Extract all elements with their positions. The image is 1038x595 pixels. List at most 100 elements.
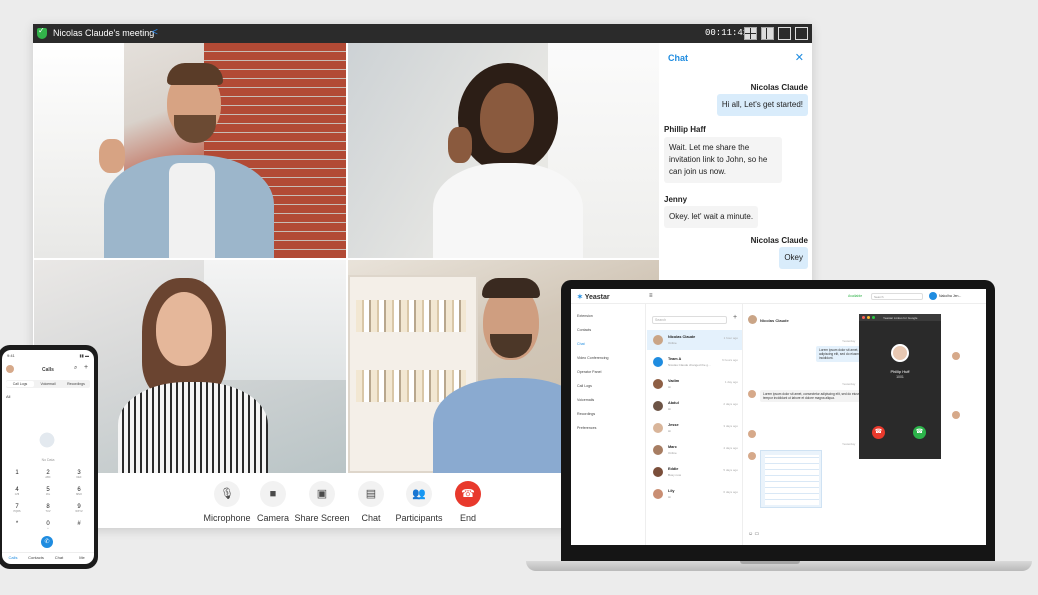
avatar — [653, 445, 663, 455]
nav-chat[interactable]: Chat — [50, 555, 68, 560]
search-input[interactable]: Search — [871, 293, 923, 300]
laptop-notch — [740, 561, 800, 564]
list-item[interactable]: Marc Online 4 days ago — [647, 440, 742, 460]
chat-message: Okey. let' wait a minute. — [664, 206, 759, 228]
avatar — [653, 335, 663, 345]
avatar — [952, 352, 960, 360]
chat-sender-name: Phillip Haff — [664, 125, 706, 134]
keypad-key[interactable]: 1 — [7, 470, 27, 476]
avatar[interactable] — [929, 292, 937, 300]
keypad-key[interactable]: * — [7, 521, 27, 527]
share-screen-icon: ▣ — [316, 488, 328, 500]
menu-icon[interactable]: ≡ — [649, 293, 653, 299]
end-call-button[interactable]: ☎ End — [438, 479, 498, 525]
keypad-key[interactable]: 8 TUV — [38, 504, 58, 513]
sidebar-item-extension[interactable]: Extension — [577, 314, 593, 318]
chat-sender-name: Nicolas Claude — [750, 83, 808, 92]
laptop-screen: ✶ Yeastar ≡ Available Search Nakolha Jen… — [571, 289, 986, 545]
keypad-key[interactable]: 6 MNO — [69, 487, 89, 496]
meeting-title: Nicolas Claude's meeting — [53, 28, 155, 38]
incoming-call-popup: Yeastar Linkus for Google Phillip Huff 1… — [859, 314, 941, 459]
meeting-titlebar: Nicolas Claude's meeting < 00:11:41 — [33, 24, 812, 43]
phone-screen: 9:41 ▮▮ ▬ Calls ⌕ + Call Logs Voicemail … — [2, 350, 94, 564]
avatar — [891, 344, 909, 362]
avatar — [653, 379, 663, 389]
decline-call-button[interactable]: ☎ — [872, 426, 885, 439]
chat-panel: Chat ✕ Nicolas Claude Hi all, Let's get … — [660, 43, 812, 279]
conversation-list: Search + Nicolas Claude Online 1 hour ag… — [647, 304, 743, 545]
speaker-layout-icon[interactable] — [761, 27, 774, 40]
sidebar-item-call-logs[interactable]: Call Logs — [577, 384, 592, 388]
chat-panel-title: Chat — [668, 53, 688, 63]
keypad-key[interactable]: 5 JKL — [38, 487, 58, 496]
video-tile-participant-1 — [34, 43, 346, 258]
availability-status[interactable]: Available — [848, 294, 862, 298]
search-icon[interactable]: ⌕ — [74, 365, 77, 372]
security-shield-icon — [37, 26, 47, 39]
sidebar-item-recordings[interactable]: Recordings — [577, 412, 595, 416]
list-item[interactable]: Eddie Busy now 5 days ago — [647, 462, 742, 482]
avatar — [653, 423, 663, 433]
keypad-key[interactable]: 2 ABC — [38, 470, 58, 479]
sidebar-item-operator-panel[interactable]: Operator Panel — [577, 370, 601, 374]
window-mode-icon[interactable] — [778, 27, 791, 40]
add-icon[interactable]: + — [84, 364, 88, 371]
keypad-key[interactable]: # — [69, 521, 89, 527]
sidebar-item-voicemails[interactable]: Voicemails — [577, 398, 594, 402]
close-dot-icon[interactable] — [862, 316, 865, 319]
fullscreen-icon[interactable] — [795, 27, 808, 40]
tab-voicemail[interactable]: Voicemail — [34, 382, 62, 386]
sidebar-item-preferences[interactable]: Preferences — [577, 426, 596, 430]
avatar — [748, 430, 756, 438]
emoji-and-attach-icons[interactable]: ☺ ▭ — [748, 531, 759, 537]
chat-sender-name: Jenny — [664, 195, 688, 204]
tab-call-logs[interactable]: Call Logs — [6, 381, 34, 387]
sidebar-item-contacts[interactable]: Contacts — [577, 328, 591, 332]
list-item[interactable]: Vadim Hi 1 day ago — [647, 374, 742, 394]
nav-calls[interactable]: Calls — [4, 555, 22, 560]
keypad-key[interactable]: 0 + — [38, 521, 58, 530]
camera-icon: ■ — [269, 488, 277, 500]
video-tile-participant-2 — [348, 43, 659, 258]
list-item[interactable]: Nicolas Claude Online 1 hour ago — [647, 330, 742, 350]
add-icon[interactable]: + — [733, 314, 737, 321]
phone-page-title: Calls — [42, 367, 54, 373]
grid-layout-icon[interactable] — [744, 27, 757, 40]
sidebar-item-video-conferencing[interactable]: Video Conferencing — [577, 356, 609, 360]
logo-mark-icon: ✶ — [577, 294, 583, 301]
dial-call-button[interactable]: ✆ — [41, 536, 53, 548]
chat-message: Okey — [779, 247, 808, 269]
minimize-dot-icon[interactable] — [867, 316, 870, 319]
user-name[interactable]: Nakolha Jen... — [939, 294, 961, 298]
maximize-dot-icon[interactable] — [872, 316, 875, 319]
nav-me[interactable]: Me — [73, 555, 91, 560]
sidebar-item-chat[interactable]: Chat — [577, 342, 585, 346]
microphone-icon: 🎙 — [220, 488, 234, 500]
close-icon[interactable]: ✕ — [795, 51, 804, 64]
conversation-search-input[interactable]: Search — [652, 316, 727, 324]
keypad-key[interactable]: 9 WXYZ — [69, 504, 89, 513]
keypad-key[interactable]: 4 GHI — [7, 487, 27, 496]
list-item[interactable]: Lily Hi 6 days ago — [647, 484, 742, 504]
chat-sender-name: Nicolas Claude — [750, 236, 808, 245]
share-icon[interactable]: < — [152, 27, 158, 38]
accept-call-button[interactable]: ☎ — [913, 426, 926, 439]
popup-titlebar: Yeastar Linkus for Google — [859, 314, 941, 321]
list-item[interactable]: Jesse Hi 3 days ago — [647, 418, 742, 438]
nav-contacts[interactable]: Contacts — [27, 555, 45, 560]
list-item[interactable]: Team A Nicolas Claude changed the g... 6… — [647, 352, 742, 372]
shared-document-preview[interactable] — [760, 450, 822, 508]
phone-bottom-nav: Calls Contacts Chat Me — [2, 552, 94, 564]
tab-recordings[interactable]: Recordings — [62, 382, 90, 386]
end-call-icon: ☎ — [461, 488, 475, 500]
avatar — [748, 452, 756, 460]
phone-status-time: 9:41 — [7, 353, 15, 358]
list-item[interactable]: Abdul Hi 2 days ago — [647, 396, 742, 416]
keypad-key[interactable]: 7 PQRS — [7, 504, 27, 513]
avatar — [952, 411, 960, 419]
keypad-key[interactable]: 3 DEF — [69, 470, 89, 479]
mobile-phone: 9:41 ▮▮ ▬ Calls ⌕ + Call Logs Voicemail … — [0, 345, 98, 569]
filter-dropdown[interactable]: All — [6, 394, 10, 399]
meeting-controls: 🎙 Microphone ■ Camera ▣ Share Screen ▤ C… — [203, 479, 493, 525]
books-row — [356, 300, 466, 332]
